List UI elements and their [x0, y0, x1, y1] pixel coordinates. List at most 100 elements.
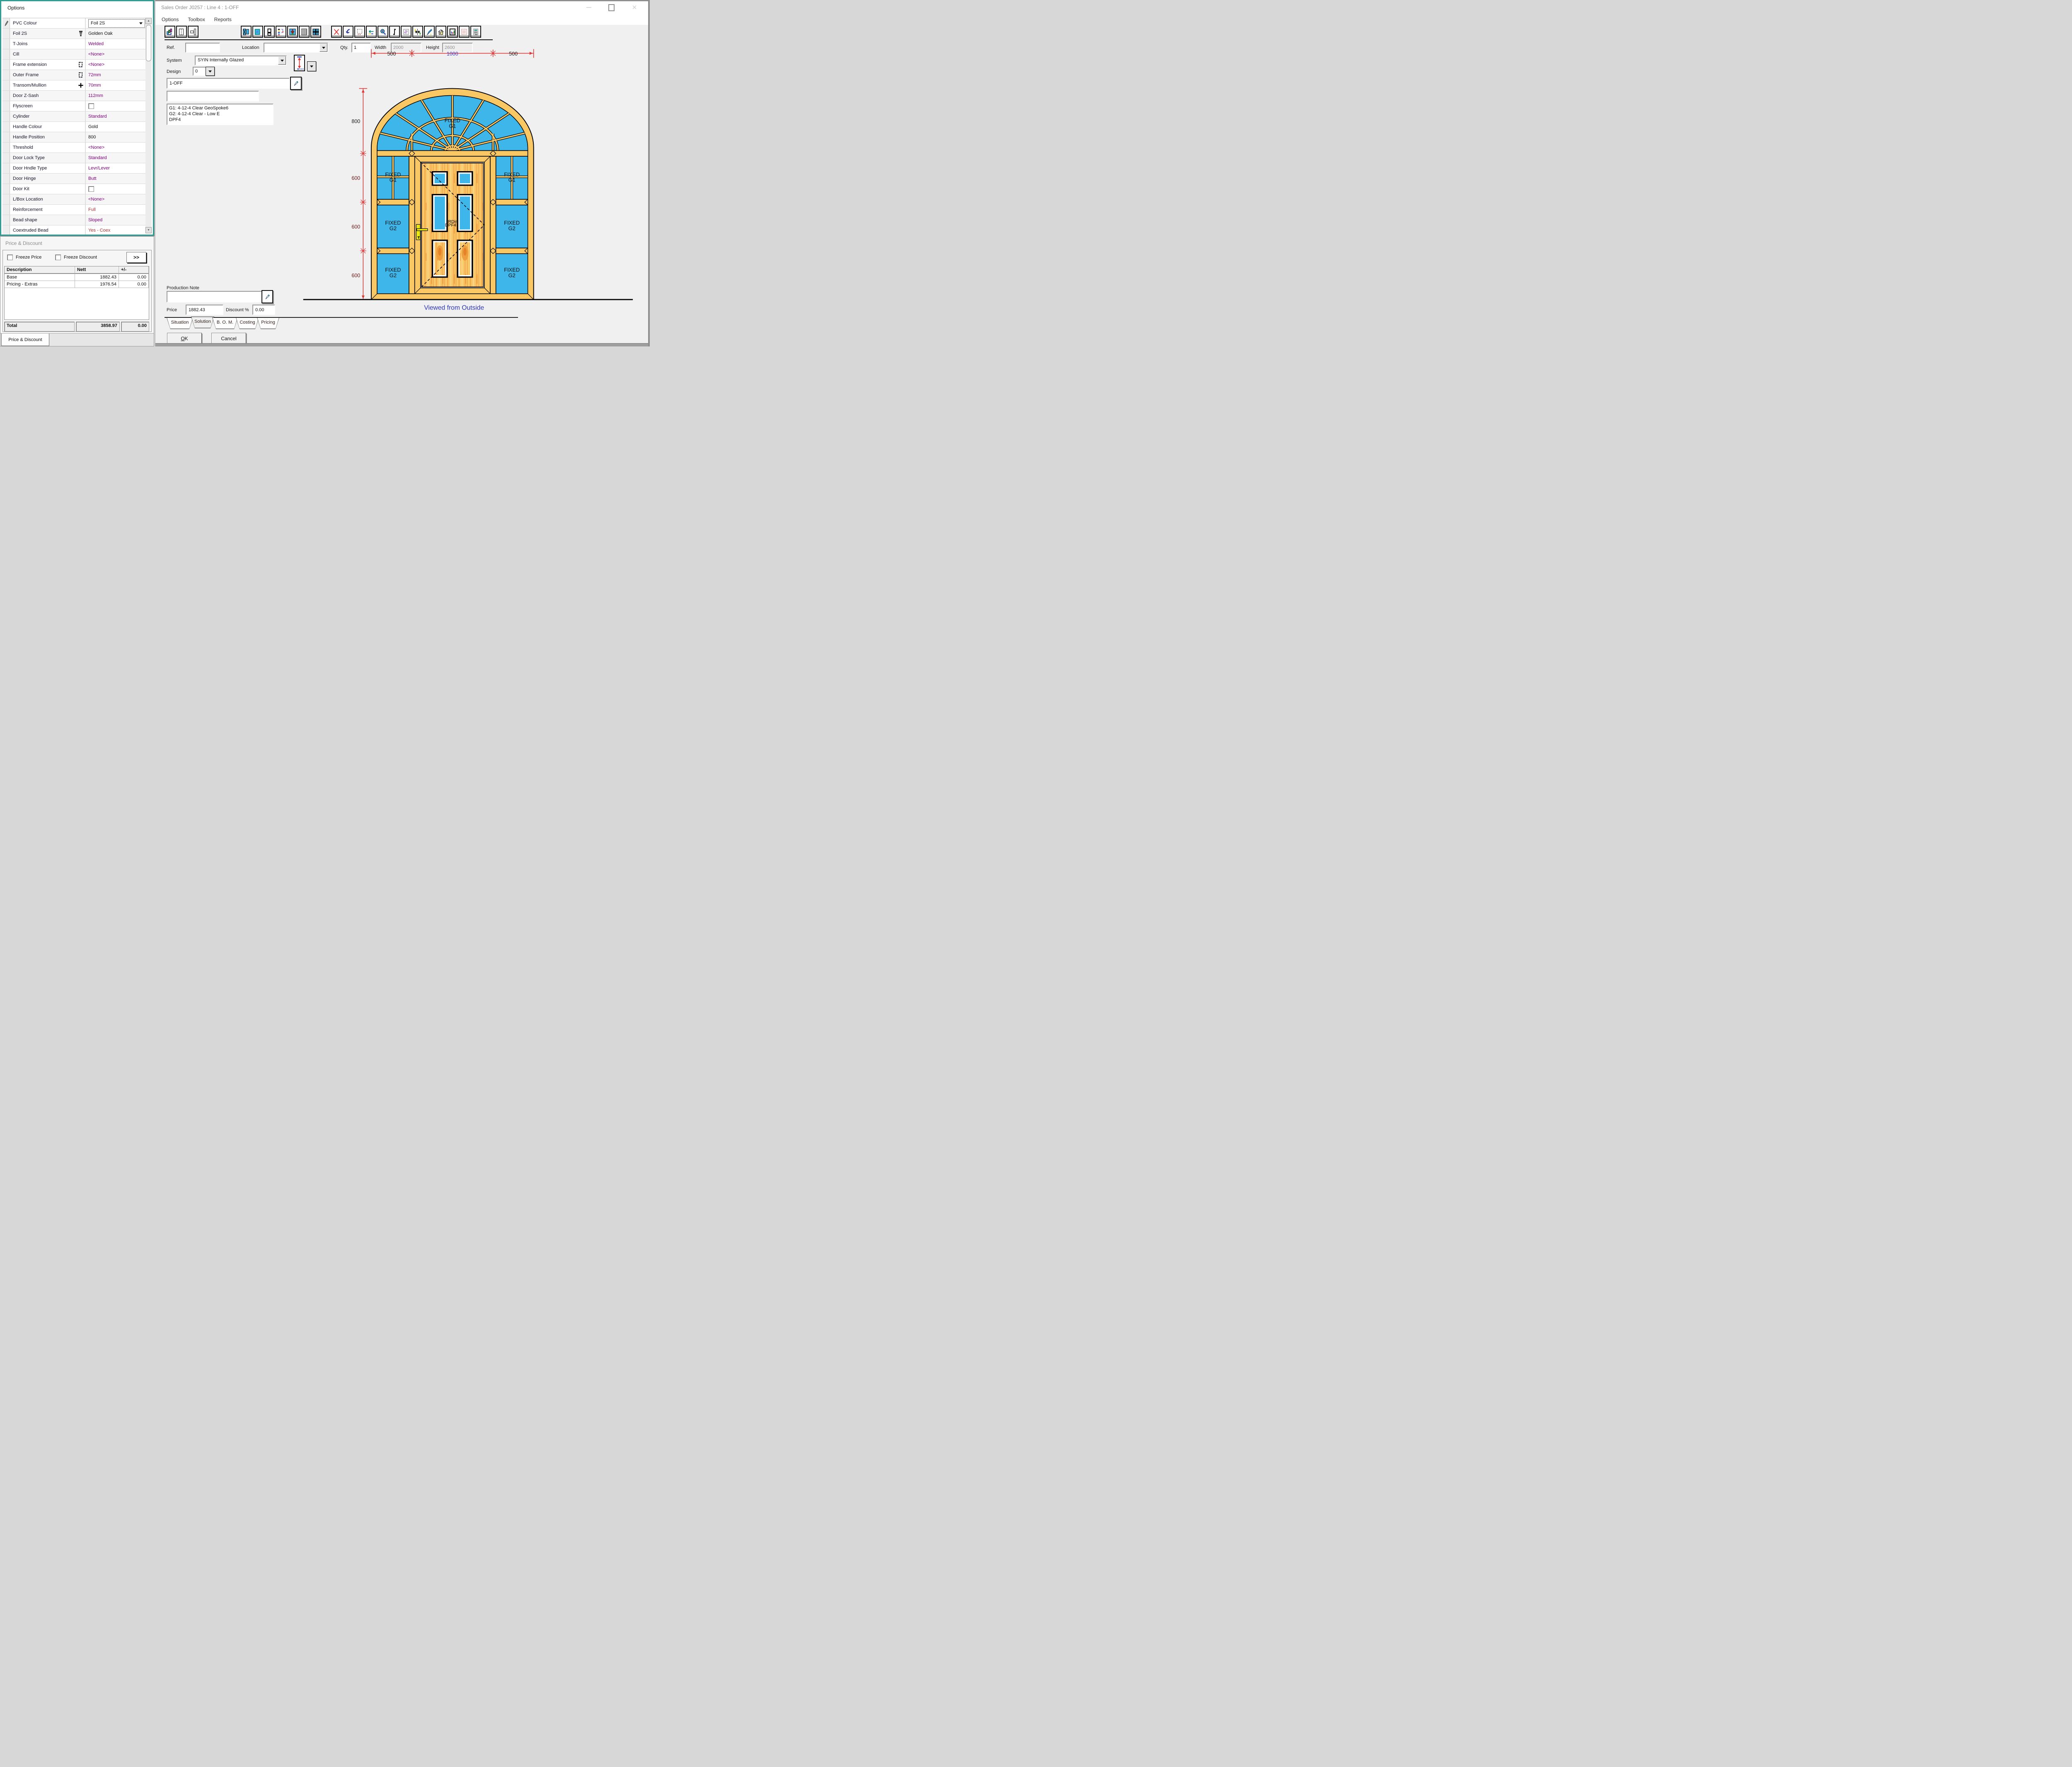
option-row-coextruded-bead[interactable]: Coextruded BeadYes - Coex [2, 225, 146, 236]
option-value-door-hinge[interactable]: Butt [85, 174, 146, 184]
option-value-door-kit[interactable] [85, 184, 146, 194]
tab-b-o-m[interactable]: B. O. M. [213, 317, 237, 329]
option-value-pvc-colour[interactable]: Foil 2S [85, 18, 146, 28]
freeze-price-checkbox[interactable] [7, 254, 13, 260]
spec-list-button[interactable] [276, 26, 286, 38]
report-chart-button[interactable] [447, 26, 458, 38]
option-row-door-lock-type[interactable]: Door Lock TypeStandard [2, 153, 146, 163]
expand-button[interactable]: >> [126, 252, 146, 263]
price-row-pricing-extras[interactable]: Pricing - Extras1976.540.00 [5, 281, 149, 288]
option-row-threshold[interactable]: Threshold<None> [2, 143, 146, 153]
option-row-door-hinge[interactable]: Door HingeButt [2, 174, 146, 184]
tab-costing[interactable]: Costing [236, 317, 259, 329]
edit-note-button[interactable] [261, 290, 273, 303]
tab-situation[interactable]: Situation [167, 317, 193, 329]
ok-button[interactable]: OK [167, 333, 202, 344]
option-value-bead-shape[interactable]: Sloped [85, 215, 146, 225]
discount-input[interactable] [252, 305, 275, 315]
price-row-base[interactable]: Base1882.430.00 [5, 274, 149, 281]
option-row-cill[interactable]: Cill<None> [2, 49, 146, 60]
minimize-icon[interactable] [583, 4, 595, 11]
option-row-foil-2s[interactable]: Foil 2SGolden Oak [2, 29, 146, 39]
insert-frame-button[interactable] [287, 26, 298, 38]
option-value-cylinder[interactable]: Standard [85, 111, 146, 121]
option-row-pvc-colour[interactable]: PVC ColourFoil 2S [2, 18, 146, 29]
option-value-door-z-sash[interactable]: 112mm [85, 91, 146, 101]
titlebar[interactable]: Sales Order J0257 : Line 4 : 1-OFF ✕ [155, 1, 648, 14]
option-row-reinforcement[interactable]: ReinforcementFull [2, 205, 146, 215]
calculator-button[interactable] [470, 26, 481, 38]
vent-profile-button[interactable] [264, 26, 275, 38]
option-row-t-joins[interactable]: T-JoinsWelded [2, 39, 146, 49]
option-value-t-joins[interactable]: Welded [85, 39, 146, 49]
freeze-price-option[interactable]: Freeze Price [7, 254, 41, 260]
scroll-down-icon[interactable]: ▼ [145, 227, 152, 233]
ref-input[interactable] [185, 43, 220, 53]
option-row-door-hndle-type[interactable]: Door Hndle TypeLevr/Lever [2, 163, 146, 174]
option-value-frame-extension[interactable]: <None> [85, 60, 146, 70]
design-manager-button[interactable] [165, 26, 175, 38]
option-value-flyscreen[interactable] [85, 101, 146, 111]
maximize-icon[interactable] [605, 4, 617, 11]
system-dropdown-icon[interactable] [278, 56, 286, 65]
option-value-l-box-location[interactable]: <None> [85, 194, 146, 204]
option-value-door-lock-type[interactable]: Standard [85, 153, 146, 163]
option-value-cill[interactable]: <None> [85, 49, 146, 59]
option-row-flyscreen[interactable]: Flyscreen [2, 101, 146, 111]
glass-spec-line[interactable]: G2: 4-12-4 Clear - Low E [169, 111, 271, 117]
menu-reports[interactable]: Reports [210, 17, 236, 22]
close-icon[interactable]: ✕ [628, 4, 641, 11]
option-checkbox-door-kit[interactable] [88, 186, 94, 192]
option-value-reinforcement[interactable]: Full [85, 205, 146, 215]
measure-button[interactable] [366, 26, 377, 38]
draw-pen-button[interactable] [424, 26, 435, 38]
options-scrollbar[interactable]: ▲ ▼ [145, 18, 152, 233]
flip-button[interactable] [389, 26, 400, 38]
option-row-door-kit[interactable]: Door Kit [2, 184, 146, 194]
menu-options[interactable]: Options [157, 17, 183, 22]
design-preview[interactable]: RDin DPF4 FIXEDG1 FIXEDG1 FIXEDG1 FIXEDG… [298, 42, 634, 324]
tab-price-discount[interactable]: Price & Discount [1, 334, 49, 346]
option-row-l-box-location[interactable]: L/Box Location<None> [2, 194, 146, 205]
option-row-frame-extension[interactable]: Frame extension<None> [2, 60, 146, 70]
option-value-door-hndle-type[interactable]: Levr/Lever [85, 163, 146, 173]
tab-pricing[interactable]: Pricing [257, 317, 279, 329]
option-value-transom-mullion[interactable]: 70mm [85, 80, 146, 90]
undo-button[interactable] [343, 26, 353, 38]
option-row-cylinder[interactable]: CylinderStandard [2, 111, 146, 122]
glazing-unit-button[interactable] [252, 26, 263, 38]
compress-button[interactable] [412, 26, 423, 38]
price-input[interactable] [186, 305, 223, 315]
zoom-button[interactable] [378, 26, 388, 38]
glazed-pair-button[interactable] [241, 26, 252, 38]
option-value-threshold[interactable]: <None> [85, 143, 146, 152]
coupled-frame-button[interactable] [310, 26, 321, 38]
aux-input[interactable] [167, 91, 259, 102]
item-description-input[interactable] [167, 78, 290, 89]
option-row-transom-mullion[interactable]: Transom/Mullion70mm [2, 80, 146, 91]
price-grid-button[interactable] [459, 26, 470, 38]
design-input[interactable] [193, 67, 207, 76]
option-value-handle-colour[interactable]: Gold [85, 122, 146, 132]
menu-toolbox[interactable]: Toolbox [183, 17, 209, 22]
glass-spec-list[interactable]: G1: 4-12-4 Clear GeoSpoke6G2: 4-12-4 Cle… [167, 104, 274, 125]
production-note-input[interactable] [167, 291, 264, 303]
freeze-discount-checkbox[interactable] [55, 254, 61, 260]
option-row-bead-shape[interactable]: Bead shapeSloped [2, 215, 146, 225]
dimension-frame-button[interactable] [354, 26, 365, 38]
option-value-handle-position[interactable]: 800 [85, 132, 146, 142]
louvre-button[interactable] [299, 26, 310, 38]
system-combobox[interactable]: SYIN Internally Glazed [195, 56, 287, 65]
profile-section-button[interactable] [188, 26, 198, 38]
scroll-up-icon[interactable]: ▲ [145, 18, 152, 24]
chevron-down-icon[interactable] [139, 22, 143, 24]
tab-solution[interactable]: Solution [191, 317, 214, 328]
freeze-discount-option[interactable]: Freeze Discount [55, 254, 97, 260]
export-house-button[interactable] [436, 26, 446, 38]
option-value-foil-2s[interactable]: Golden Oak [85, 29, 146, 39]
option-value-coextruded-bead[interactable]: Yes - Coex [85, 225, 146, 235]
glass-spec-line[interactable]: DPF4 [169, 117, 271, 123]
scrollbar-thumb[interactable] [146, 25, 151, 61]
option-row-door-z-sash[interactable]: Door Z-Sash112mm [2, 91, 146, 101]
section-line-button[interactable] [176, 26, 187, 38]
